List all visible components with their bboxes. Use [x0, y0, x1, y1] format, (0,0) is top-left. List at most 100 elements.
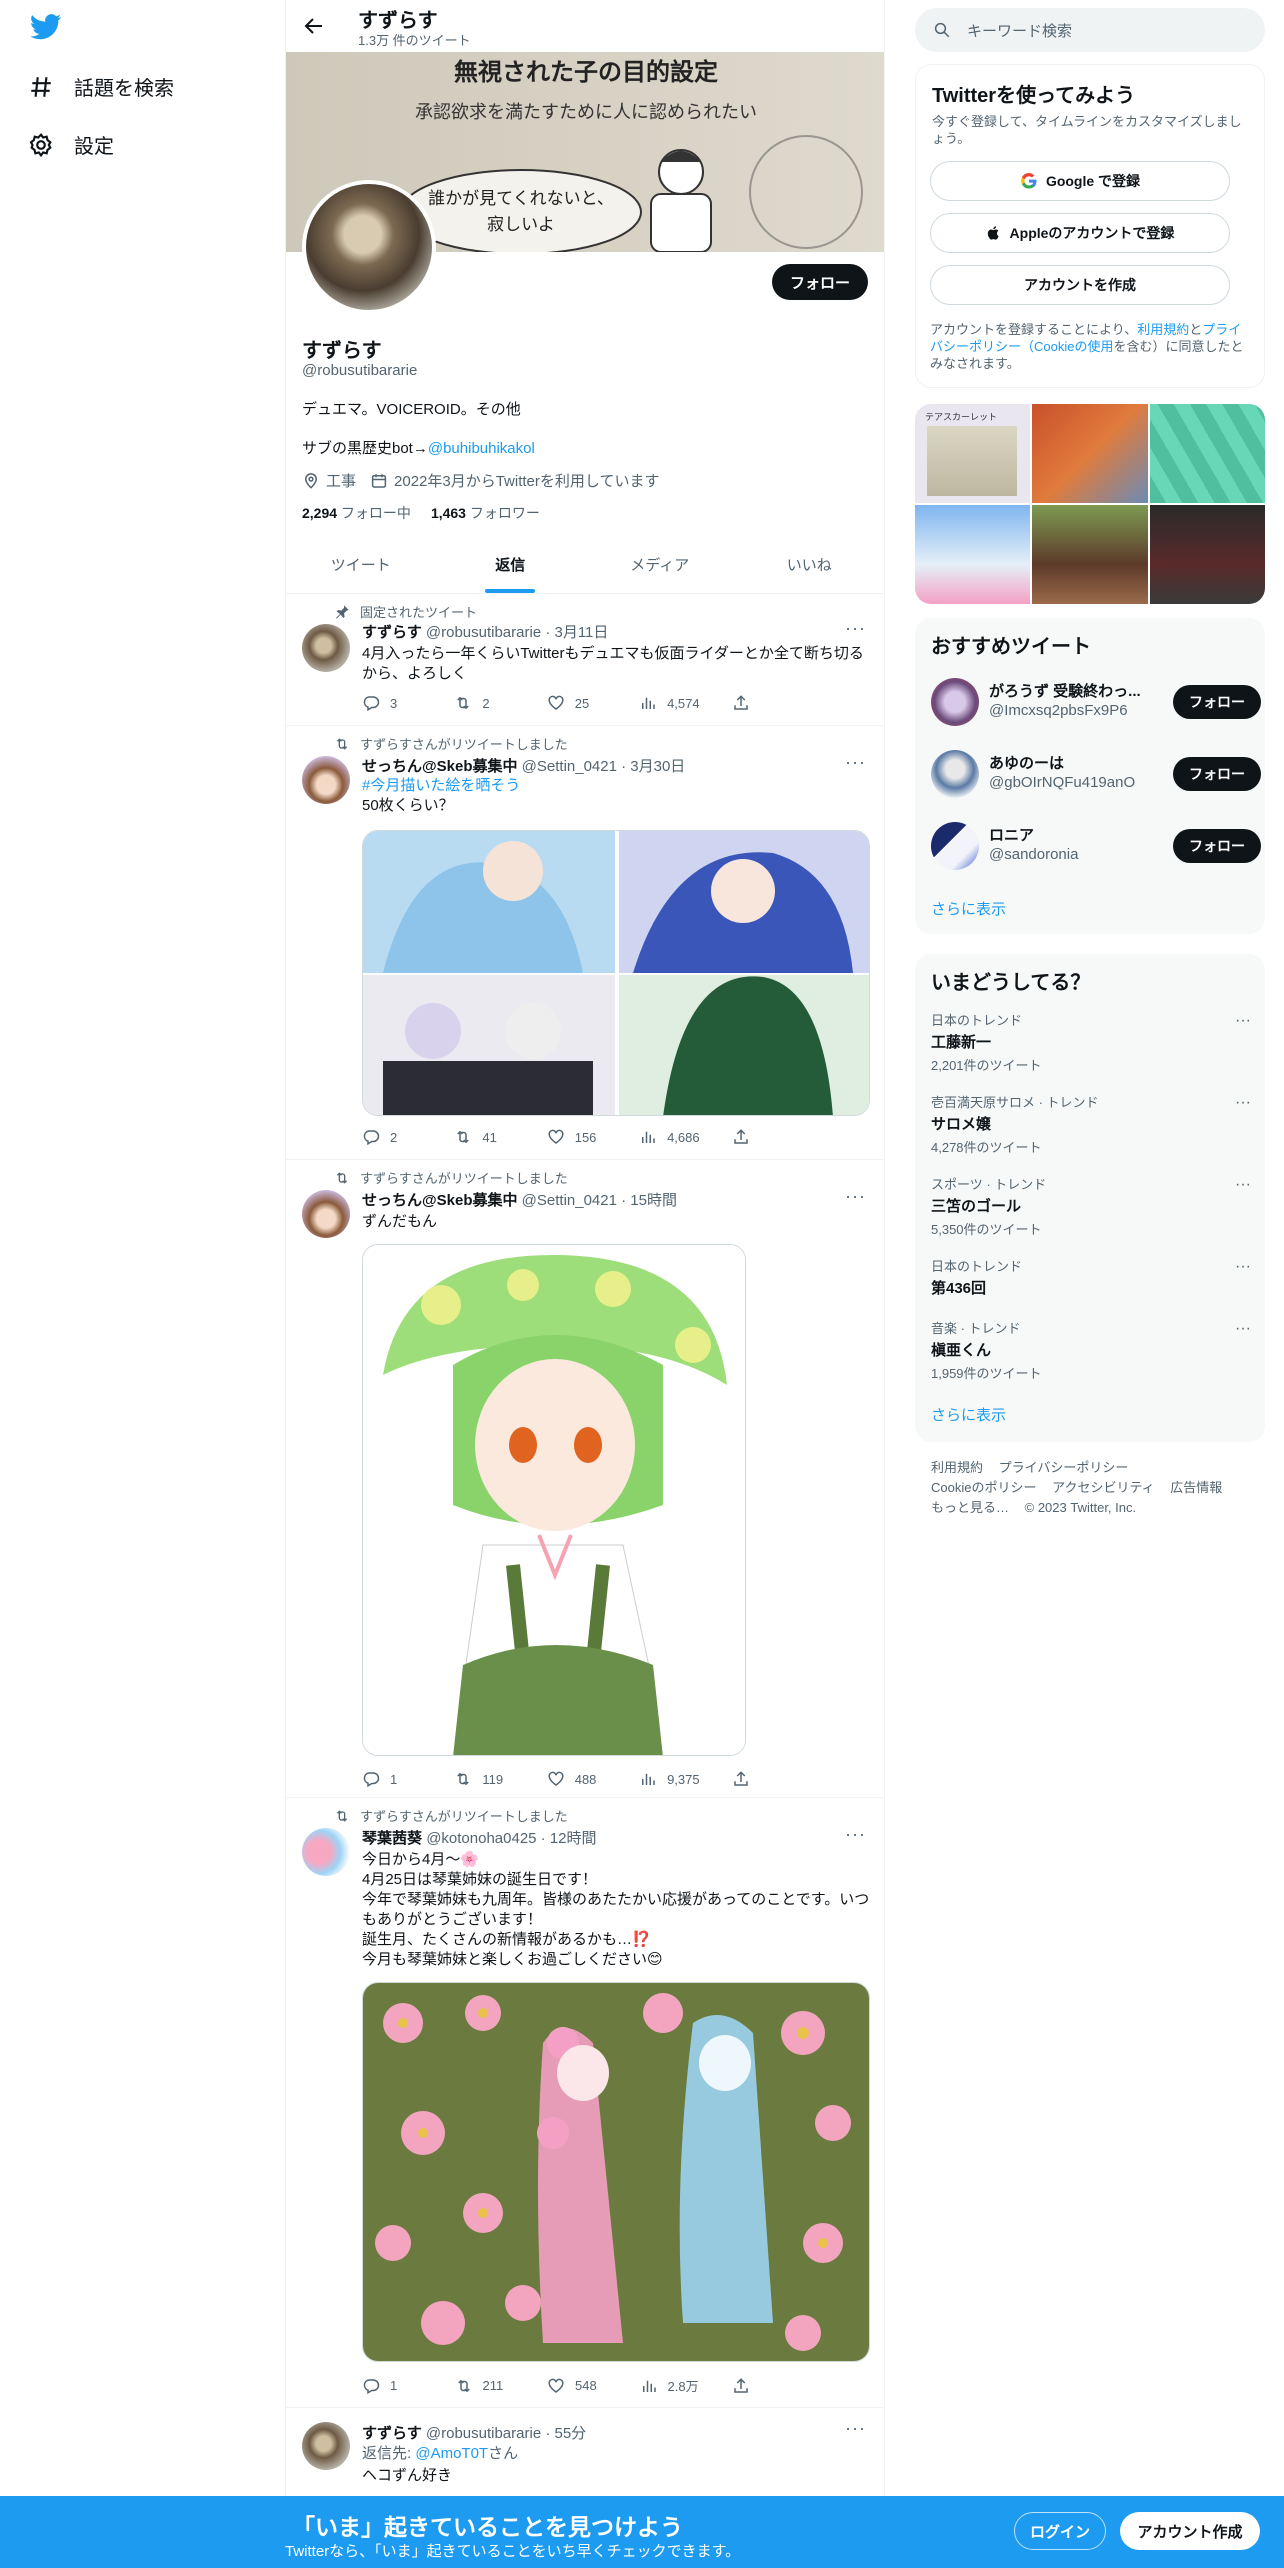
tweet-more-icon[interactable]: ···: [845, 752, 866, 773]
tweet-hashtag[interactable]: #今月描いた絵を晒そう: [362, 776, 870, 796]
views-button[interactable]: 9,375: [639, 1770, 700, 1788]
retweet-button[interactable]: 41: [454, 1128, 514, 1146]
reply-button[interactable]: 1: [362, 2376, 422, 2395]
tweet-more-icon[interactable]: ···: [845, 1186, 866, 1207]
like-button[interactable]: 156: [547, 1128, 607, 1146]
tweet-retweet-3[interactable]: すずらすさんがリツイートしました 琴葉茜葵 @kotonoha0425 · 12…: [286, 1798, 884, 2408]
show-more-link[interactable]: さらに表示: [931, 898, 1006, 919]
create-account-button[interactable]: アカウントを作成: [930, 265, 1230, 305]
trend-item[interactable]: スポーツ · トレンド 三笘のゴール 5,350件のツイート ···: [931, 1174, 1251, 1238]
login-button[interactable]: ログイン: [1014, 2512, 1106, 2550]
recommended-user[interactable]: あゆのーは @gbOIrNQFu419anO フォロー: [931, 746, 1261, 802]
share-button[interactable]: [732, 1770, 792, 1788]
media-thumb[interactable]: [1032, 404, 1148, 503]
footer-more[interactable]: もっと見る…: [931, 1500, 1009, 1515]
retweet-button[interactable]: 2: [454, 694, 514, 712]
share-button[interactable]: [732, 694, 792, 712]
avatar[interactable]: [931, 822, 979, 870]
footer-ads[interactable]: 広告情報: [1170, 1480, 1222, 1495]
retweet-button[interactable]: 119: [454, 1770, 514, 1788]
like-button[interactable]: 488: [547, 1770, 607, 1788]
media-thumb[interactable]: [915, 505, 1031, 604]
reply-button[interactable]: 3: [362, 694, 422, 712]
media-thumb[interactable]: [1032, 505, 1148, 604]
signup-title: Twitterを使ってみよう: [932, 85, 1136, 107]
heart-icon: [548, 695, 564, 710]
search-input[interactable]: キーワード検索: [915, 8, 1265, 52]
recommended-user[interactable]: がろうず 受験終わっ... @Imcxsq2pbsFx9P6 フォロー: [931, 674, 1261, 730]
recommended-user[interactable]: ロニア @sandoronia フォロー: [931, 818, 1261, 874]
footer-privacy[interactable]: プライバシーポリシー: [999, 1460, 1129, 1475]
follow-button[interactable]: フォロー: [1173, 829, 1261, 863]
share-button[interactable]: [732, 2376, 792, 2395]
media-thumb[interactable]: [1149, 404, 1265, 503]
trend-more-icon[interactable]: ···: [1235, 1258, 1251, 1276]
media-preview-grid[interactable]: テアスカーレット: [915, 404, 1265, 604]
tweet-more-icon[interactable]: ···: [845, 618, 866, 639]
footer-cookie[interactable]: Cookieのポリシー: [931, 1480, 1036, 1495]
trend-item[interactable]: 日本のトレンド 第436回 ···: [931, 1256, 1251, 1298]
like-button[interactable]: 25: [547, 694, 607, 712]
retweet-button[interactable]: 211: [455, 2376, 515, 2395]
avatar[interactable]: [931, 678, 979, 726]
google-icon: [1021, 172, 1037, 189]
profile-avatar[interactable]: [302, 180, 436, 314]
followers-link[interactable]: 1,463 フォロワー: [431, 503, 540, 523]
tweet-more-icon[interactable]: ···: [845, 2418, 866, 2439]
reply-button[interactable]: 2: [362, 1128, 422, 1146]
tweet-pinned[interactable]: 固定されたツイート すずらす @robusutibararie · 3月11日 …: [286, 594, 884, 726]
trend-item[interactable]: 壱百満天原サロメ · トレンド サロメ嬢 4,278件のツイート ···: [931, 1092, 1251, 1156]
banner-line1: 無視された子の目的設定: [454, 58, 718, 86]
tweet-avatar[interactable]: [302, 2422, 350, 2470]
media-thumb[interactable]: [1149, 505, 1265, 604]
tweet-retweet-2[interactable]: すずらすさんがリツイートしました せっちん@Skeb募集中 @Settin_04…: [286, 1160, 884, 1798]
tab-media[interactable]: メディア: [585, 536, 735, 593]
trend-more-icon[interactable]: ···: [1235, 1320, 1251, 1338]
views-button[interactable]: 4,574: [639, 694, 700, 712]
bio-mention-link[interactable]: @buhibuhikakol: [428, 440, 535, 457]
twitter-logo-icon[interactable]: [30, 14, 62, 40]
media-thumb[interactable]: テアスカーレット: [915, 404, 1031, 503]
tweet-retweet-1[interactable]: すずらすさんがリツイートしました せっちん@Skeb募集中 @Settin_04…: [286, 726, 884, 1160]
nav-settings[interactable]: 設定: [28, 130, 114, 159]
trend-more-icon[interactable]: ···: [1235, 1012, 1251, 1030]
signup-button[interactable]: アカウント作成: [1120, 2512, 1260, 2550]
footer-accessibility[interactable]: アクセシビリティ: [1052, 1480, 1155, 1495]
tweet-reply[interactable]: すずらす @robusutibararie · 55分 ··· 返信先: @Am…: [286, 2408, 884, 2508]
share-button[interactable]: [732, 1128, 792, 1146]
tab-replies[interactable]: 返信: [436, 536, 586, 593]
trend-item[interactable]: 日本のトレンド 工藤新一 2,201件のツイート ···: [931, 1010, 1251, 1074]
trend-more-icon[interactable]: ···: [1235, 1176, 1251, 1194]
reply-button[interactable]: 1: [362, 1770, 422, 1788]
apple-signup-button[interactable]: Appleのアカウントで登録: [930, 213, 1230, 253]
views-button[interactable]: 2.8万: [640, 2376, 700, 2395]
footer-terms[interactable]: 利用規約: [931, 1460, 983, 1475]
reply-to-link[interactable]: @AmoT0T: [415, 2445, 488, 2462]
follow-button[interactable]: フォロー: [771, 264, 868, 300]
tweet-media-image[interactable]: [362, 1982, 870, 2362]
tweet-header: せっちん@Skeb募集中 @Settin_0421 · 15時間: [362, 1192, 677, 1209]
tweet-more-icon[interactable]: ···: [845, 1824, 866, 1845]
tab-likes[interactable]: いいね: [735, 536, 885, 593]
google-signup-button[interactable]: Google で登録: [930, 161, 1230, 201]
trend-more-icon[interactable]: ···: [1235, 1094, 1251, 1112]
header-title: すずらす: [358, 10, 438, 32]
tweet-avatar[interactable]: [302, 1190, 350, 1238]
tweet-avatar[interactable]: [302, 624, 350, 672]
following-link[interactable]: 2,294 フォロー中: [302, 503, 411, 523]
tab-tweets[interactable]: ツイート: [286, 536, 436, 593]
tweet-avatar[interactable]: [302, 1828, 350, 1876]
tweet-media-grid[interactable]: [362, 830, 870, 1116]
views-button[interactable]: 4,686: [639, 1128, 700, 1146]
tweet-media-image[interactable]: [362, 1244, 746, 1756]
like-button[interactable]: 548: [547, 2376, 607, 2395]
trends-show-more-link[interactable]: さらに表示: [931, 1404, 1006, 1425]
trend-item[interactable]: 音楽 · トレンド 槇亜くん 1,959件のツイート ···: [931, 1318, 1251, 1382]
tweet-avatar[interactable]: [302, 756, 350, 804]
avatar[interactable]: [931, 750, 979, 798]
follow-button[interactable]: フォロー: [1173, 757, 1261, 791]
follow-button[interactable]: フォロー: [1173, 685, 1261, 719]
terms-link[interactable]: 利用規約: [1137, 322, 1189, 337]
back-arrow-icon[interactable]: [302, 14, 326, 38]
nav-explore[interactable]: 話題を検索: [28, 72, 174, 101]
